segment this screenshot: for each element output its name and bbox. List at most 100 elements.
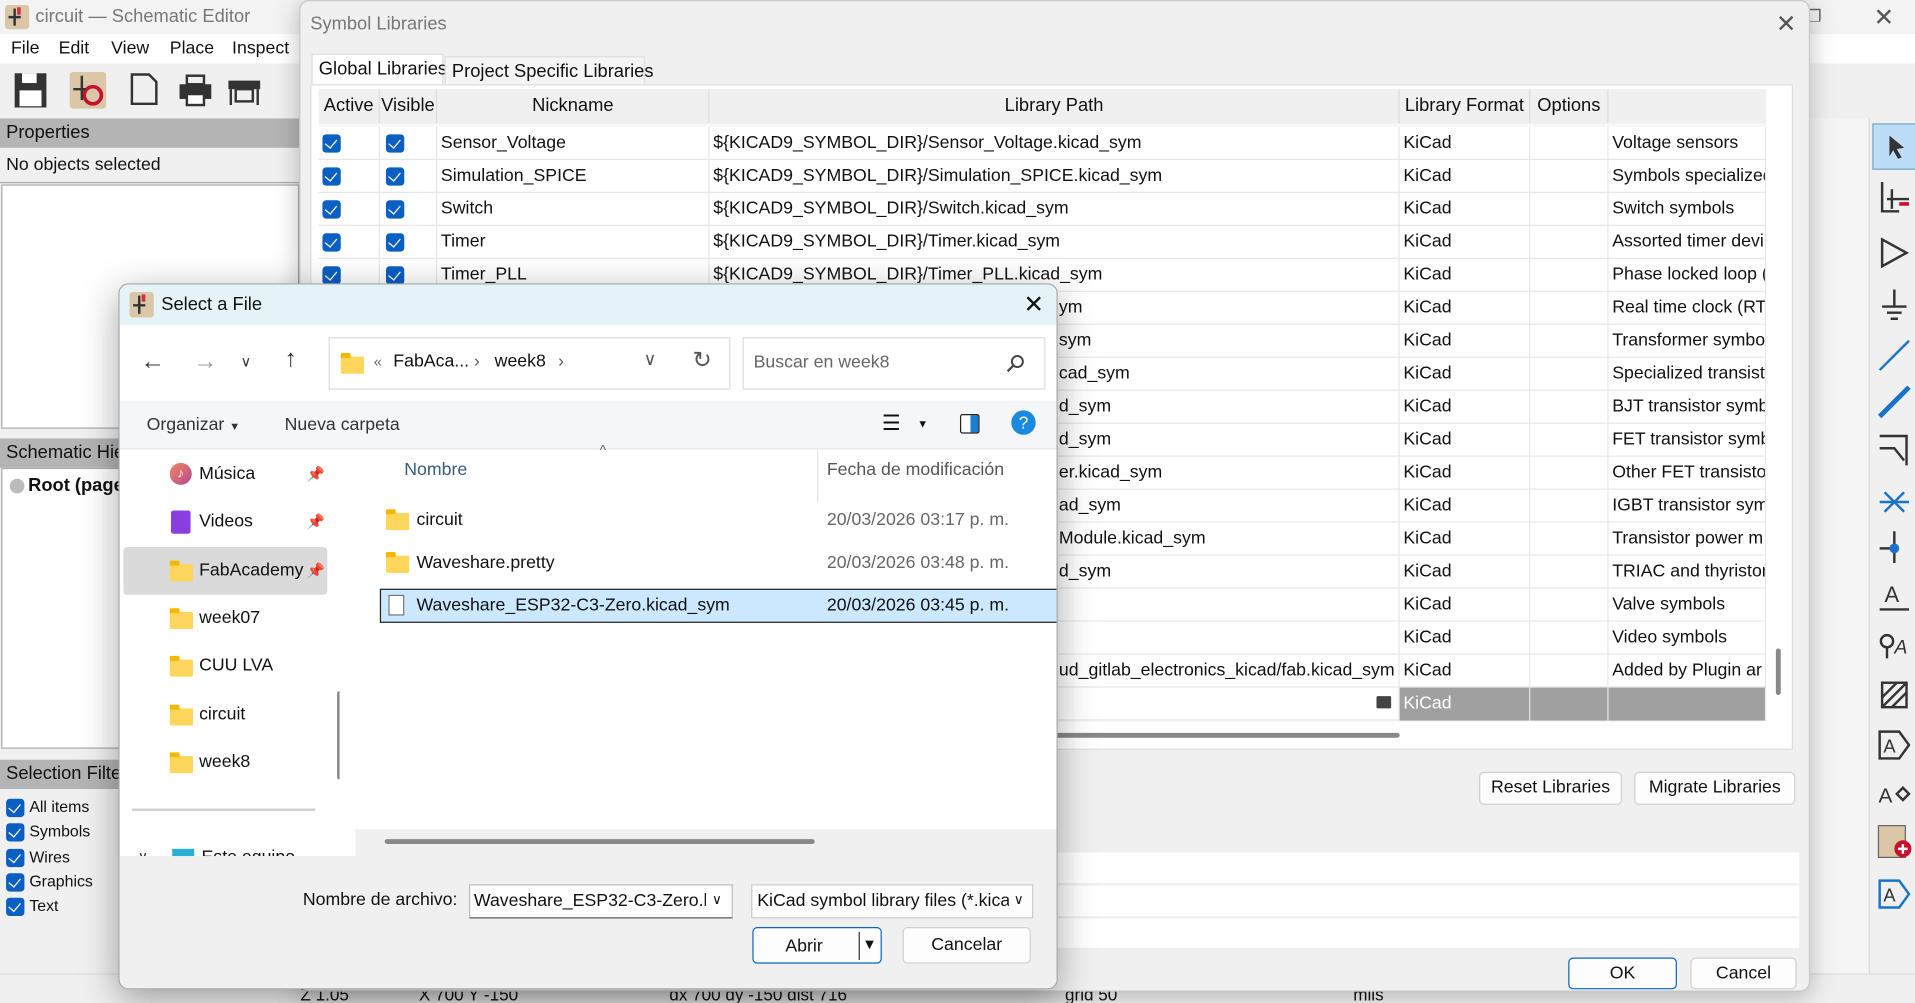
options-cell[interactable]: [1530, 324, 1609, 358]
file-type-select[interactable]: KiCad symbol library files (*.kicad_sym)…: [751, 884, 1034, 919]
options-cell[interactable]: [1530, 127, 1609, 160]
col-library-format[interactable]: Library Format: [1399, 89, 1531, 124]
tab-global-libraries[interactable]: Global Libraries: [311, 53, 447, 86]
nickname-cell[interactable]: Switch: [437, 192, 710, 226]
add-sheet-icon[interactable]: [1877, 824, 1914, 861]
description-cell[interactable]: Specialized transisto: [1609, 357, 1767, 391]
col-nickname[interactable]: Nickname: [437, 89, 710, 124]
file-row-selected[interactable]: Waveshare_ESP32-C3-Zero.kicad_sym 20/03/2…: [379, 588, 1057, 623]
breadcrumb-overflow[interactable]: «: [374, 353, 382, 370]
global-label-icon[interactable]: A: [1877, 727, 1911, 764]
migrate-libraries-button[interactable]: Migrate Libraries: [1634, 771, 1796, 805]
description-cell[interactable]: Symbols specialized: [1609, 159, 1767, 193]
options-cell[interactable]: [1530, 555, 1609, 589]
plot-icon[interactable]: [226, 73, 263, 107]
visible-checkbox[interactable]: [380, 192, 438, 226]
open-button[interactable]: Abrir ▼: [752, 927, 882, 964]
description-cell[interactable]: Added by Plugin ar: [1609, 654, 1767, 688]
filter-all-items[interactable]: All items: [6, 798, 89, 822]
description-cell[interactable]: Phase locked loop (: [1609, 258, 1767, 292]
refresh-icon[interactable]: ↻: [693, 347, 712, 375]
format-cell[interactable]: KiCad: [1400, 225, 1531, 259]
visible-checkbox[interactable]: [380, 159, 438, 193]
file-dialog-close-icon[interactable]: ✕: [1023, 289, 1043, 320]
net-class-label-icon[interactable]: A: [1877, 627, 1911, 664]
address-bar[interactable]: « FabAca... › week8 › ∨ ↻: [328, 337, 731, 390]
nav-item-week07[interactable]: week07: [123, 595, 327, 643]
description-cell[interactable]: Transistor power m: [1609, 522, 1767, 556]
menu-place[interactable]: Place: [170, 39, 214, 59]
up-arrow-icon[interactable]: ↑: [285, 346, 297, 374]
format-cell[interactable]: KiCad: [1400, 456, 1531, 490]
format-cell[interactable]: KiCad: [1400, 159, 1531, 193]
filter-symbols[interactable]: Symbols: [6, 822, 90, 846]
table-row[interactable]: Switch ${KICAD9_SYMBOL_DIR}/Switch.kicad_…: [318, 192, 1767, 226]
breadcrumb-fabacademy[interactable]: FabAca...: [393, 352, 469, 372]
ground-icon[interactable]: [1877, 287, 1911, 324]
table-row[interactable]: Timer ${KICAD9_SYMBOL_DIR}/Timer.kicad_sy…: [318, 225, 1767, 259]
nav-item-fabacademy[interactable]: FabAcademy 📌: [123, 547, 328, 595]
nav-item-circuit[interactable]: circuit: [123, 691, 327, 739]
description-cell[interactable]: Assorted timer devi: [1609, 225, 1767, 259]
path-cell[interactable]: ${KICAD9_SYMBOL_DIR}/Switch.kicad_sym: [710, 192, 1400, 226]
hierarchical-label-icon[interactable]: A: [1877, 776, 1914, 813]
description-cell[interactable]: Valve symbols: [1609, 588, 1767, 622]
format-cell[interactable]: KiCad: [1400, 192, 1531, 226]
add-wire-icon[interactable]: [1877, 336, 1911, 373]
format-cell[interactable]: KiCad: [1400, 654, 1531, 688]
nickname-cell[interactable]: Sensor_Voltage: [437, 127, 710, 160]
organize-button[interactable]: Organizar ▼: [147, 415, 241, 435]
save-icon[interactable]: [13, 72, 47, 109]
nickname-cell[interactable]: Simulation_SPICE: [437, 159, 710, 193]
options-cell[interactable]: [1530, 423, 1609, 457]
format-cell[interactable]: KiCad: [1400, 423, 1531, 457]
add-bus-icon[interactable]: [1877, 382, 1911, 419]
description-cell[interactable]: Video symbols: [1609, 621, 1767, 655]
format-cell[interactable]: KiCad: [1400, 324, 1531, 358]
format-cell[interactable]: KiCad: [1400, 555, 1531, 589]
column-name[interactable]: Nombre: [404, 460, 467, 480]
format-cell[interactable]: KiCad: [1400, 489, 1531, 523]
bus-entry-icon[interactable]: [1877, 431, 1911, 468]
file-list-horizontal-scrollbar[interactable]: [384, 839, 815, 844]
description-cell[interactable]: Real time clock (RTC: [1609, 291, 1767, 325]
options-cell[interactable]: [1530, 522, 1609, 556]
canvas-area[interactable]: [1810, 118, 1869, 974]
active-checkbox[interactable]: [319, 127, 380, 160]
format-cell[interactable]: KiCad: [1400, 127, 1531, 160]
description-cell[interactable]: TRIAC and thyristor: [1609, 555, 1767, 589]
active-checkbox[interactable]: [319, 225, 380, 259]
options-cell[interactable]: [1530, 390, 1609, 424]
no-connect-icon[interactable]: [1877, 482, 1911, 519]
nav-item-cuu-lva[interactable]: CUU LVA: [123, 642, 327, 690]
description-cell[interactable]: Switch symbols: [1609, 192, 1767, 226]
breadcrumb-week8[interactable]: week8: [495, 352, 546, 372]
ok-button[interactable]: OK: [1568, 957, 1677, 990]
table-row[interactable]: Sensor_Voltage ${KICAD9_SYMBOL_DIR}/Senso…: [318, 127, 1767, 160]
search-icon[interactable]: [1005, 354, 1025, 374]
sheet-pin-icon[interactable]: A: [1877, 876, 1914, 913]
filter-wires[interactable]: Wires: [6, 848, 70, 872]
description-cell[interactable]: BJT transistor symb: [1609, 390, 1767, 424]
nav-item-este-equipo[interactable]: ∨Este equipo: [123, 834, 327, 857]
options-cell[interactable]: [1530, 687, 1609, 721]
path-cell[interactable]: ${KICAD9_SYMBOL_DIR}/Sensor_Voltage.kica…: [710, 127, 1400, 160]
nav-scrollbar[interactable]: [337, 691, 340, 780]
options-cell[interactable]: [1530, 588, 1609, 622]
format-cell[interactable]: KiCad: [1400, 258, 1531, 292]
view-dropdown-icon[interactable]: ▼: [917, 418, 928, 430]
description-cell[interactable]: Transformer symbo: [1609, 324, 1767, 358]
add-label-icon[interactable]: A: [1877, 578, 1911, 615]
file-row[interactable]: circuit 20/03/2026 03:17 p. m.: [380, 504, 1057, 537]
options-cell[interactable]: [1530, 291, 1609, 325]
format-cell[interactable]: KiCad: [1399, 687, 1531, 721]
description-cell[interactable]: [1608, 687, 1767, 721]
help-icon[interactable]: ?: [1011, 410, 1036, 435]
format-cell[interactable]: KiCad: [1400, 291, 1531, 325]
active-checkbox[interactable]: [319, 159, 380, 193]
description-cell[interactable]: IGBT transistor sym: [1609, 489, 1767, 523]
new-folder-button[interactable]: Nueva carpeta: [285, 415, 400, 435]
add-power-icon[interactable]: [1877, 235, 1911, 272]
menu-edit[interactable]: Edit: [59, 39, 90, 59]
window-close-icon[interactable]: ✕: [1874, 2, 1894, 33]
